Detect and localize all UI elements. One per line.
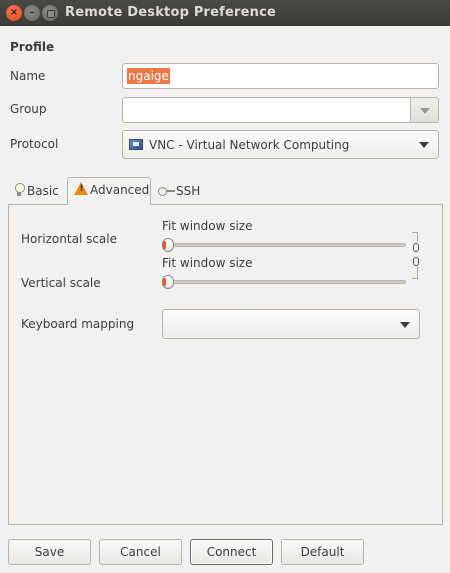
cancel-button[interactable]: Cancel bbox=[99, 539, 182, 565]
horizontal-scale-slider-handle[interactable] bbox=[162, 238, 174, 252]
keyboard-mapping-select[interactable] bbox=[162, 309, 420, 339]
close-icon[interactable]: × bbox=[6, 5, 22, 21]
tab-basic-label: Basic bbox=[27, 184, 59, 198]
chain-link-icon[interactable] bbox=[411, 241, 421, 267]
horizontal-scale-caption: Fit window size bbox=[162, 219, 253, 233]
warning-icon: ! bbox=[74, 182, 89, 196]
title-bar[interactable]: × – Remote Desktop Preference bbox=[0, 0, 450, 26]
keyboard-mapping-label: Keyboard mapping bbox=[21, 317, 135, 331]
tab-advanced-label: Advanced bbox=[90, 183, 150, 197]
name-input[interactable]: ngaige bbox=[122, 63, 439, 89]
tab-bar: Basic ! Advanced SSH bbox=[8, 177, 440, 205]
group-label: Group bbox=[10, 102, 47, 116]
vnc-monitor-icon bbox=[129, 139, 143, 150]
protocol-select-value: VNC - Virtual Network Computing bbox=[149, 138, 350, 152]
lightbulb-icon bbox=[14, 183, 25, 197]
tab-advanced[interactable]: ! Advanced bbox=[67, 177, 151, 205]
tab-ssh[interactable]: SSH bbox=[152, 178, 214, 204]
chevron-down-icon bbox=[419, 142, 429, 148]
horizontal-scale-slider[interactable] bbox=[162, 243, 406, 247]
group-input[interactable] bbox=[122, 97, 411, 123]
key-icon bbox=[158, 186, 175, 196]
horizontal-scale-label: Horizontal scale bbox=[21, 232, 118, 246]
default-button[interactable]: Default bbox=[281, 539, 364, 565]
group-combo[interactable] bbox=[122, 97, 439, 123]
chevron-down-icon bbox=[400, 322, 410, 328]
protocol-select[interactable]: VNC - Virtual Network Computing bbox=[122, 130, 439, 159]
vertical-scale-caption: Fit window size bbox=[162, 256, 253, 270]
advanced-panel bbox=[8, 204, 443, 525]
chevron-down-icon bbox=[420, 108, 430, 114]
tab-ssh-label: SSH bbox=[176, 184, 201, 198]
scale-link-bracket-bottom bbox=[412, 266, 418, 279]
vertical-scale-slider[interactable] bbox=[162, 280, 406, 284]
protocol-label: Protocol bbox=[10, 137, 59, 151]
maximize-icon[interactable] bbox=[42, 5, 58, 21]
save-button[interactable]: Save bbox=[8, 539, 91, 565]
vertical-scale-label: Vertical scale bbox=[21, 276, 101, 290]
profile-heading: Profile bbox=[10, 40, 55, 54]
name-input-value: ngaige bbox=[127, 68, 170, 84]
group-dropdown-button[interactable] bbox=[410, 97, 439, 123]
window-title: Remote Desktop Preference bbox=[65, 5, 277, 20]
vertical-scale-slider-handle[interactable] bbox=[162, 275, 174, 289]
tab-basic[interactable]: Basic bbox=[8, 178, 66, 204]
connect-button[interactable]: Connect bbox=[190, 539, 273, 565]
name-label: Name bbox=[10, 69, 46, 83]
minimize-icon[interactable]: – bbox=[24, 5, 40, 21]
